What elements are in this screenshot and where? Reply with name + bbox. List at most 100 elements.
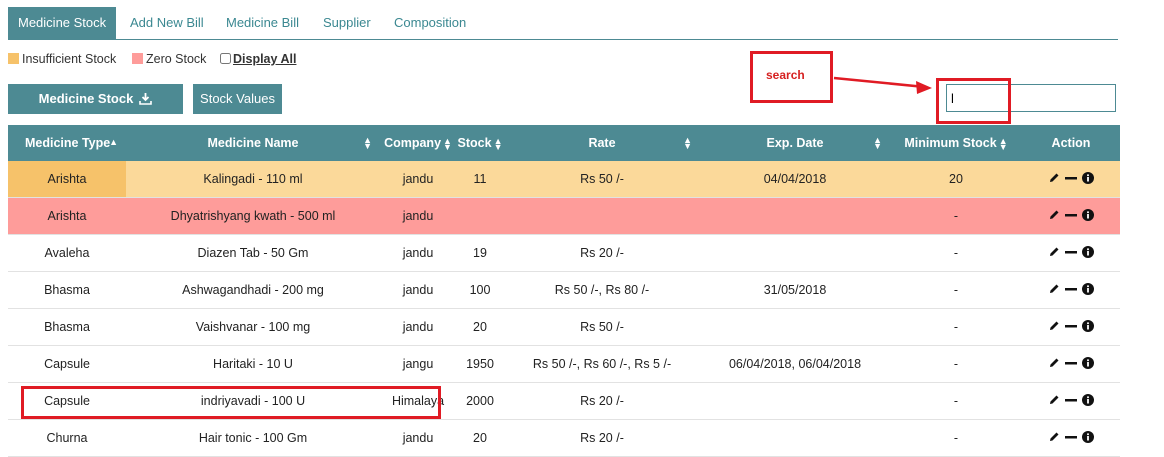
cell-medicine-name: Hair tonic - 100 Gm: [126, 419, 380, 457]
insufficient-swatch: [8, 53, 19, 64]
sort-icon: ▲ ▼: [493, 135, 503, 152]
sort-icon: ▲ ▼: [998, 135, 1008, 152]
cell-exp-date: 06/04/2018, 06/04/2018: [700, 345, 890, 383]
medicine-stock-button-label: Medicine Stock: [38, 91, 134, 106]
cell-medicine-type: Arishta: [8, 197, 126, 235]
cell-minimum-stock: -: [890, 308, 1022, 346]
remove-icon[interactable]: [1065, 357, 1077, 369]
legend-zero: Zero Stock: [132, 52, 206, 66]
stock-values-button[interactable]: Stock Values: [193, 84, 282, 114]
cell-medicine-type: Arishta: [8, 161, 126, 198]
tab-supplier[interactable]: Supplier: [323, 7, 371, 39]
cell-medicine-type: Churna: [8, 419, 126, 457]
cell-minimum-stock: -: [890, 345, 1022, 383]
cell-stock: 2000: [456, 382, 504, 420]
cell-medicine-name: Diazen Tab - 50 Gm: [126, 234, 380, 272]
col-rate[interactable]: Rate ▲ ▼: [504, 125, 700, 161]
cell-rate: Rs 20 /-: [504, 382, 700, 420]
tab-add-new-bill[interactable]: Add New Bill: [130, 7, 204, 39]
table-row: Capsule Haritaki - 10 Ujangu 1950 Rs 50 /-,…: [8, 345, 1120, 383]
cell-exp-date: 31/05/2018: [700, 271, 890, 309]
download-icon: [139, 86, 153, 116]
table-row: Bhasma Ashwagandhadi - 200 mg jandu 100 Rs 5…: [8, 271, 1120, 309]
edit-icon[interactable]: [1048, 431, 1060, 443]
col-medicine-type[interactable]: Medicine Type ▲: [8, 125, 126, 161]
info-icon[interactable]: [1082, 171, 1094, 184]
remove-icon[interactable]: [1065, 246, 1077, 258]
display-all-label[interactable]: Display All: [233, 52, 296, 66]
medicine-stock-download-button[interactable]: Medicine Stock: [8, 84, 183, 114]
cell-stock: 1950: [456, 345, 504, 383]
cell-action: [1022, 419, 1120, 457]
cell-rate: Rs 50 /-: [504, 308, 700, 346]
edit-icon[interactable]: [1048, 320, 1060, 332]
edit-icon[interactable]: [1048, 357, 1060, 369]
cell-company: jandu: [380, 161, 456, 198]
col-exp-date[interactable]: Exp. Date ▲ ▼: [700, 125, 890, 161]
edit-icon[interactable]: [1048, 209, 1060, 221]
cell-rate: Rs 50 /-, Rs 60 /-, Rs 5 /-: [504, 345, 700, 383]
table-header-row: Medicine Type ▲ Medicine Name ▲ ▼ Company ▲ ▼…: [8, 125, 1120, 161]
col-action: Action: [1022, 125, 1120, 161]
cell-medicine-name: Ashwagandhadi - 200 mg: [126, 271, 380, 309]
cell-minimum-stock: -: [890, 419, 1022, 457]
cell-minimum-stock: -: [890, 382, 1022, 420]
display-all-toggle[interactable]: Display All: [220, 52, 296, 66]
cell-stock: 19: [456, 234, 504, 272]
cell-minimum-stock: -: [890, 234, 1022, 272]
cell-action: [1022, 234, 1120, 272]
search-annotation-label: search: [766, 68, 805, 82]
col-stock[interactable]: Stock ▲ ▼: [456, 125, 504, 161]
tab-composition[interactable]: Composition: [394, 7, 466, 39]
cell-action: [1022, 271, 1120, 309]
sort-icon: ▲ ▼: [443, 135, 452, 152]
edit-icon[interactable]: [1048, 394, 1060, 406]
sort-icon: ▲ ▼: [873, 135, 882, 151]
cell-stock: [456, 197, 504, 235]
cell-company: jangu: [380, 345, 456, 383]
remove-icon[interactable]: [1065, 172, 1077, 184]
remove-icon[interactable]: [1065, 209, 1077, 221]
cell-medicine-type: Bhasma: [8, 308, 126, 346]
cell-minimum-stock: 20: [890, 161, 1022, 198]
row-highlight-box: [21, 386, 441, 419]
remove-icon[interactable]: [1065, 320, 1077, 332]
cell-company: jandu: [380, 234, 456, 272]
cell-exp-date: [700, 234, 890, 272]
remove-icon[interactable]: [1065, 394, 1077, 406]
info-icon[interactable]: [1082, 282, 1094, 295]
cell-rate: Rs 50 /-: [504, 161, 700, 198]
table-row: Arishta Dhyatrishyang kwath - 500 ml jandu…: [8, 197, 1120, 235]
col-minimum-stock[interactable]: Minimum Stock ▲ ▼: [890, 125, 1022, 161]
cell-medicine-name: Vaishvanar - 100 mg: [126, 308, 380, 346]
info-icon[interactable]: [1082, 356, 1094, 369]
info-icon[interactable]: [1082, 393, 1094, 406]
legend-insufficient: Insufficient Stock: [8, 52, 116, 66]
tab-medicine-bill[interactable]: Medicine Bill: [226, 7, 299, 39]
cell-exp-date: [700, 382, 890, 420]
edit-icon[interactable]: [1048, 246, 1060, 258]
info-icon[interactable]: [1082, 430, 1094, 443]
info-icon[interactable]: [1082, 245, 1094, 258]
cell-exp-date: 04/04/2018: [700, 161, 890, 198]
cell-medicine-name: Haritaki - 10 U: [126, 345, 380, 383]
col-company[interactable]: Company ▲ ▼: [380, 125, 456, 161]
remove-icon[interactable]: [1065, 431, 1077, 443]
tab-medicine-stock[interactable]: Medicine Stock: [8, 7, 117, 39]
cell-rate: [504, 197, 700, 235]
col-medicine-name[interactable]: Medicine Name ▲ ▼: [126, 125, 380, 161]
cell-minimum-stock: -: [890, 197, 1022, 235]
cell-company: jandu: [380, 308, 456, 346]
edit-icon[interactable]: [1048, 172, 1060, 184]
tab-bar: Medicine Stock Add New Bill Medicine Bil…: [8, 7, 1118, 40]
cell-medicine-name: Dhyatrishyang kwath - 500 ml: [126, 197, 380, 235]
cell-rate: Rs 20 /-: [504, 234, 700, 272]
remove-icon[interactable]: [1065, 283, 1077, 295]
edit-icon[interactable]: [1048, 283, 1060, 295]
cell-medicine-name: Kalingadi - 110 ml: [126, 161, 380, 198]
info-icon[interactable]: [1082, 319, 1094, 332]
info-icon[interactable]: [1082, 208, 1094, 221]
cell-action: [1022, 161, 1120, 198]
display-all-checkbox[interactable]: [220, 53, 231, 64]
cell-company: jandu: [380, 419, 456, 457]
